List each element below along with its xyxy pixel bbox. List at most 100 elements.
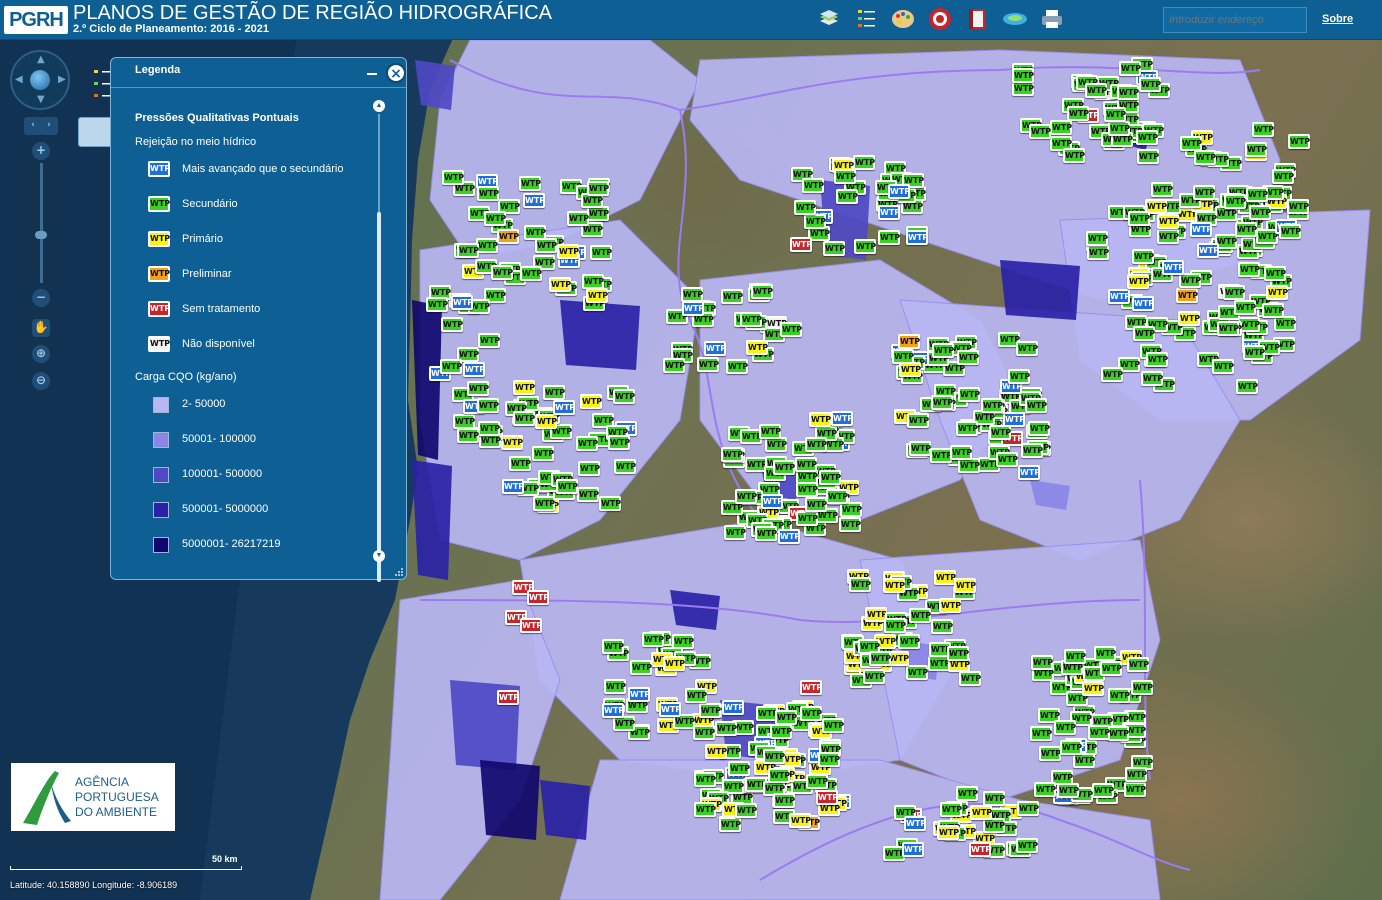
wtp-marker-icon[interactable]: WTP: [839, 517, 861, 532]
wtp-marker-icon[interactable]: WTP: [1238, 262, 1260, 277]
wtp-marker-icon[interactable]: WTP: [834, 169, 856, 184]
wtp-marker-icon[interactable]: WTP: [693, 725, 715, 740]
pan-control[interactable]: ▲ ▼ ◀ ▶: [10, 50, 70, 110]
wtp-marker-icon[interactable]: WTP: [1094, 646, 1116, 661]
wtp-marker-icon[interactable]: WTP: [1132, 249, 1154, 264]
wtp-marker-icon[interactable]: WTP: [770, 724, 792, 739]
wtp-marker-icon[interactable]: WTP: [983, 818, 1005, 833]
wtp-marker-icon[interactable]: WTP: [969, 842, 991, 857]
wtp-marker-icon[interactable]: WTP: [1128, 211, 1150, 226]
layers-icon[interactable]: [816, 6, 842, 32]
wtp-marker-icon[interactable]: WTP: [1236, 379, 1258, 394]
wtp-marker-icon[interactable]: WTP: [1108, 289, 1130, 304]
wtp-marker-icon[interactable]: WTP: [950, 445, 972, 460]
wtp-marker-icon[interactable]: WTP: [1131, 680, 1153, 695]
wtp-marker-icon[interactable]: WTP: [898, 334, 920, 349]
wtp-marker-icon[interactable]: WTP: [840, 502, 862, 517]
print-icon[interactable]: [1039, 6, 1065, 32]
wtp-marker-icon[interactable]: WTP: [1279, 224, 1301, 239]
wtp-marker-icon[interactable]: WTP: [1117, 85, 1139, 100]
wtp-marker-icon[interactable]: WTP: [599, 496, 621, 511]
wtp-marker-icon[interactable]: WTP: [1085, 83, 1107, 98]
close-icon[interactable]: ×: [386, 63, 406, 83]
wtp-marker-icon[interactable]: WTP: [1039, 746, 1061, 761]
wtp-marker-icon[interactable]: WTP: [854, 239, 876, 254]
wtp-marker-icon[interactable]: WTP: [740, 312, 762, 327]
wtp-marker-icon[interactable]: WTP: [697, 357, 719, 372]
wtp-marker-icon[interactable]: WTP: [907, 413, 929, 428]
wtp-marker-icon[interactable]: WTP: [1176, 288, 1198, 303]
scroll-thumb[interactable]: [377, 212, 381, 582]
wtp-marker-icon[interactable]: WTP: [728, 761, 750, 776]
pan-hand-icon[interactable]: ✋: [32, 319, 50, 337]
wtp-marker-icon[interactable]: WTP: [849, 577, 871, 592]
wtp-marker-icon[interactable]: WTP: [818, 752, 840, 767]
wtp-marker-icon[interactable]: WTP: [587, 206, 609, 221]
wtp-marker-icon[interactable]: WTP: [958, 458, 980, 473]
wtp-marker-icon[interactable]: WTP: [1104, 107, 1126, 122]
wtp-marker-icon[interactable]: WTP: [773, 460, 795, 475]
wtp-marker-icon[interactable]: WTP: [800, 706, 822, 721]
wtp-marker-icon[interactable]: WTP: [773, 793, 795, 808]
wtp-marker-icon[interactable]: WTP: [735, 803, 757, 818]
wtp-marker-icon[interactable]: WTP: [778, 529, 800, 544]
wtp-marker-icon[interactable]: WTP: [983, 791, 1005, 806]
wtp-marker-icon[interactable]: WTP: [497, 229, 519, 244]
wtp-marker-icon[interactable]: WTP: [1082, 681, 1104, 696]
wtp-marker-icon[interactable]: WTP: [1127, 274, 1149, 289]
wtp-marker-icon[interactable]: WTP: [809, 412, 831, 427]
wtp-marker-icon[interactable]: WTP: [520, 266, 542, 281]
wtp-marker-icon[interactable]: WTP: [1060, 740, 1082, 755]
target-icon[interactable]: [927, 6, 953, 32]
wtp-marker-icon[interactable]: WTP: [819, 470, 841, 485]
wtp-marker-icon[interactable]: WTP: [726, 359, 748, 374]
wtp-marker-icon[interactable]: WTP: [804, 214, 826, 229]
wtp-marker-icon[interactable]: WTP: [520, 618, 542, 633]
address-search-input[interactable]: [1163, 7, 1307, 33]
wtp-marker-icon[interactable]: WTP: [1245, 142, 1267, 157]
wtp-marker-icon[interactable]: WTP: [477, 398, 499, 413]
wtp-marker-icon[interactable]: WTP: [816, 790, 838, 805]
pan-down-icon[interactable]: ▼: [37, 94, 45, 105]
wtp-marker-icon[interactable]: WTP: [763, 749, 785, 764]
wtp-marker-icon[interactable]: WTP: [663, 656, 685, 671]
wtp-marker-icon[interactable]: WTP: [1224, 194, 1246, 209]
wtp-marker-icon[interactable]: WTP: [937, 825, 959, 840]
wtp-marker-icon[interactable]: WTP: [1127, 657, 1149, 672]
wtp-marker-icon[interactable]: WTP: [1012, 81, 1034, 96]
wtp-marker-icon[interactable]: WTP: [826, 489, 848, 504]
wtp-marker-icon[interactable]: WTP: [768, 768, 790, 783]
wtp-marker-icon[interactable]: WTP: [802, 178, 824, 193]
wtp-marker-icon[interactable]: WTP: [549, 277, 571, 292]
wtp-marker-icon[interactable]: WTP: [869, 651, 891, 666]
wtp-marker-icon[interactable]: WTP: [755, 526, 777, 541]
wtp-marker-icon[interactable]: WTP: [553, 400, 575, 415]
wtp-marker-icon[interactable]: WTP: [1162, 260, 1184, 275]
wtp-marker-icon[interactable]: WTP: [463, 362, 485, 377]
wtp-marker-icon[interactable]: WTP: [1064, 649, 1086, 664]
wtp-marker-icon[interactable]: WTP: [719, 817, 741, 832]
wtp-marker-icon[interactable]: WTP: [478, 421, 500, 436]
wtp-marker-icon[interactable]: WTP: [906, 665, 928, 680]
wtp-marker-icon[interactable]: WTP: [451, 295, 473, 310]
wtp-marker-icon[interactable]: WTP: [1288, 134, 1310, 149]
wtp-marker-icon[interactable]: WTP: [878, 230, 900, 245]
wtp-marker-icon[interactable]: WTP: [806, 774, 828, 789]
wtp-marker-icon[interactable]: WTP: [931, 395, 953, 410]
wtp-marker-icon[interactable]: WTP: [1086, 231, 1108, 246]
wtp-marker-icon[interactable]: WTP: [1087, 245, 1109, 260]
wtp-marker-icon[interactable]: WTP: [934, 570, 956, 585]
minimize-icon[interactable]: [367, 66, 377, 76]
legend-icon[interactable]: [853, 6, 879, 32]
wtp-marker-icon[interactable]: WTP: [1287, 199, 1309, 214]
wtp-marker-icon[interactable]: WTP: [805, 497, 827, 512]
wtp-marker-icon[interactable]: WTP: [780, 322, 802, 337]
wtp-marker-icon[interactable]: WTP: [746, 340, 768, 355]
wtp-marker-icon[interactable]: WTP: [795, 457, 817, 472]
wtp-marker-icon[interactable]: WTP: [1108, 121, 1130, 136]
wtp-marker-icon[interactable]: WTP: [502, 479, 524, 494]
wtp-marker-icon[interactable]: WTP: [1021, 443, 1043, 458]
wtp-marker-icon[interactable]: WTP: [863, 669, 885, 684]
wtp-marker-icon[interactable]: WTP: [1139, 77, 1161, 92]
wtp-marker-icon[interactable]: WTP: [513, 380, 535, 395]
